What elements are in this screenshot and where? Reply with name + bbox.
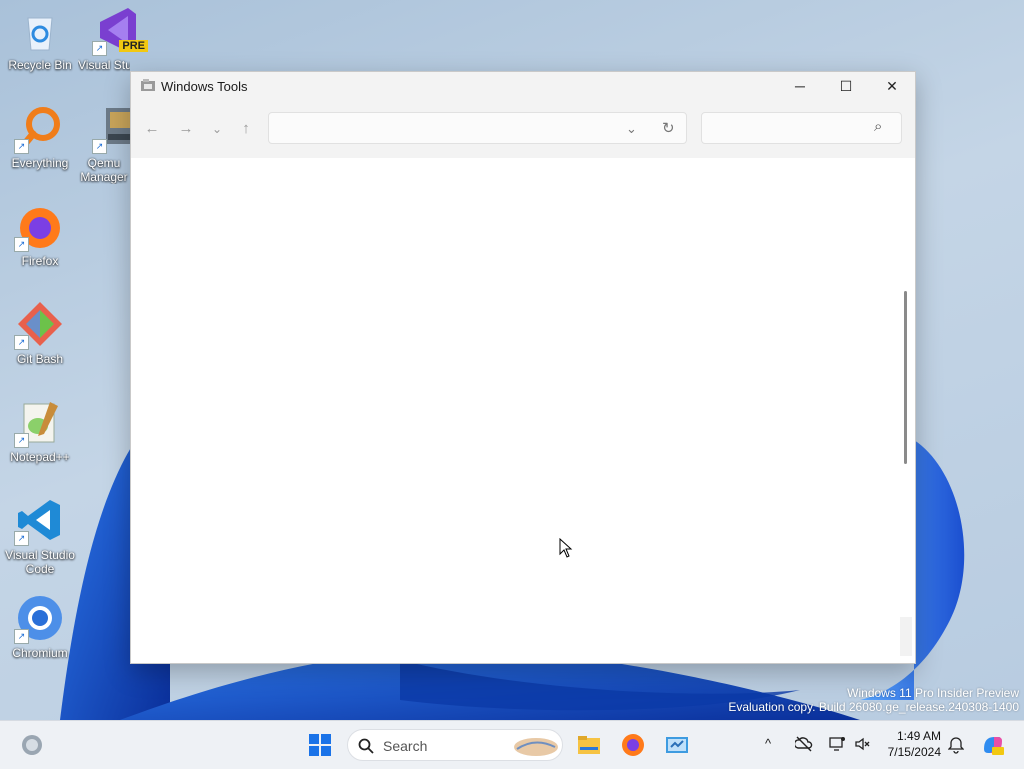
network-display-icon[interactable] [829, 736, 845, 752]
desktop-icon-label: Everything [11, 156, 69, 170]
file-explorer-window[interactable]: Windows Tools ─ ☐ ✕ ← → ⌄ ↑ ⌄ ↻ ⌕ [130, 71, 916, 664]
control-panel-icon[interactable] [665, 733, 689, 757]
maximize-icon: ☐ [839, 77, 853, 94]
scroll-region [900, 617, 912, 656]
desktop-icon-label: Recycle Bin [8, 58, 72, 72]
recent-locations-icon[interactable]: ⌄ [207, 121, 227, 137]
desktop-icon-chromium[interactable]: ↗ Chromium [0, 594, 80, 660]
firefox-taskbar-icon[interactable] [621, 733, 645, 757]
notepadpp-icon: ↗ [14, 398, 64, 448]
taskbar: Search ^ 1:49 AM 7/15/2024 [0, 720, 1024, 769]
chromium-icon: ↗ [14, 594, 64, 644]
taskbar-search-box[interactable]: Search [347, 729, 563, 761]
address-dropdown-icon[interactable]: ⌄ [626, 121, 637, 137]
desktop-icon-label: Chromium [12, 646, 68, 660]
taskbar-search-label: Search [383, 738, 428, 754]
search-highlight-illustration-icon [514, 738, 558, 756]
shortcut-arrow-icon: ↗ [14, 237, 29, 252]
windows-tools-icon [141, 79, 155, 91]
shortcut-arrow-icon: ↗ [14, 531, 29, 546]
volume-muted-icon[interactable] [854, 736, 870, 752]
minimize-icon: ─ [795, 78, 805, 94]
desktop-icon-label: Qemu Manager [80, 156, 128, 184]
navigation-toolbar: ← → ⌄ ↑ ⌄ ↻ ⌕ [131, 100, 915, 158]
title-bar[interactable]: Windows Tools ─ ☐ ✕ [131, 72, 915, 100]
windows-evaluation-watermark: Windows 11 Pro Insider Preview Evaluatio… [728, 686, 1019, 714]
address-bar[interactable]: ⌄ ↻ [268, 112, 687, 144]
clock-date: 7/15/2024 [887, 745, 941, 759]
show-hidden-icons-chevron-icon[interactable]: ^ [765, 736, 771, 751]
shortcut-arrow-icon: ↗ [92, 139, 107, 154]
notification-bell-icon[interactable] [948, 736, 964, 754]
back-arrow-icon[interactable]: ← [142, 121, 162, 137]
git-bash-icon: ↗ [14, 300, 64, 350]
minimize-button[interactable]: ─ [777, 72, 823, 100]
shortcut-arrow-icon: ↗ [14, 335, 29, 350]
search-icon: ⌕ [874, 118, 883, 135]
desktop-icon-notepadpp[interactable]: ↗ Notepad++ [0, 398, 80, 464]
window-title: Windows Tools [161, 79, 248, 94]
widgets-icon[interactable] [20, 733, 44, 757]
desktop-icon-vscode[interactable]: ↗ Visual Studio Code [0, 496, 80, 576]
vscode-icon: ↗ [14, 496, 64, 546]
watermark-line-2: Evaluation copy. Build 26080.ge_release.… [728, 700, 1019, 714]
refresh-icon[interactable]: ↻ [662, 119, 675, 137]
desktop-icon-label: Firefox [21, 254, 59, 268]
copilot-preview-icon[interactable] [981, 733, 1005, 757]
shortcut-arrow-icon: ↗ [92, 41, 107, 56]
desktop-icon-recycle-bin[interactable]: Recycle Bin [0, 6, 80, 72]
search-icon [358, 738, 374, 754]
mouse-cursor-icon [559, 538, 573, 558]
desktop-icon-git-bash[interactable]: ↗ Git Bash [0, 300, 80, 366]
search-box[interactable]: ⌕ [701, 112, 902, 144]
close-icon: ✕ [886, 77, 898, 94]
forward-arrow-icon[interactable]: → [176, 121, 196, 137]
visual-studio-preview-icon: PRE ↗ [92, 6, 148, 56]
desktop-icon-label: Visual Studio Code [5, 548, 75, 576]
up-arrow-icon[interactable]: ↑ [236, 121, 256, 137]
recycle-bin-icon [16, 6, 64, 54]
content-pane[interactable] [131, 158, 915, 663]
clock-time: 1:49 AM [896, 729, 941, 743]
pre-badge: PRE [119, 40, 148, 52]
desktop-icon-label: Git Bash [16, 352, 64, 366]
desktop-icon-visual-studio-preview[interactable]: PRE ↗ Visual Studio 2022 Preview [78, 6, 158, 72]
firefox-icon: ↗ [14, 202, 64, 252]
start-windows-icon[interactable] [308, 733, 332, 757]
maximize-button[interactable]: ☐ [823, 72, 869, 100]
file-explorer-icon[interactable] [577, 733, 601, 757]
desktop-icon-label: Visual Studio 2022 Preview [78, 58, 130, 72]
shortcut-arrow-icon: ↗ [14, 629, 29, 644]
watermark-line-1: Windows 11 Pro Insider Preview [847, 686, 1019, 700]
desktop-icon-firefox[interactable]: ↗ Firefox [0, 202, 80, 268]
desktop-icon-everything[interactable]: ↗ Everything [0, 104, 80, 170]
shortcut-arrow-icon: ↗ [14, 433, 29, 448]
shortcut-arrow-icon: ↗ [14, 139, 29, 154]
onedrive-offline-icon[interactable] [795, 736, 813, 752]
everything-search-icon: ↗ [14, 104, 64, 154]
desktop-icon-label: Notepad++ [10, 450, 70, 464]
system-clock[interactable]: 1:49 AM 7/15/2024 [888, 728, 941, 760]
vertical-scrollbar-thumb[interactable] [904, 291, 907, 464]
close-button[interactable]: ✕ [869, 72, 915, 100]
